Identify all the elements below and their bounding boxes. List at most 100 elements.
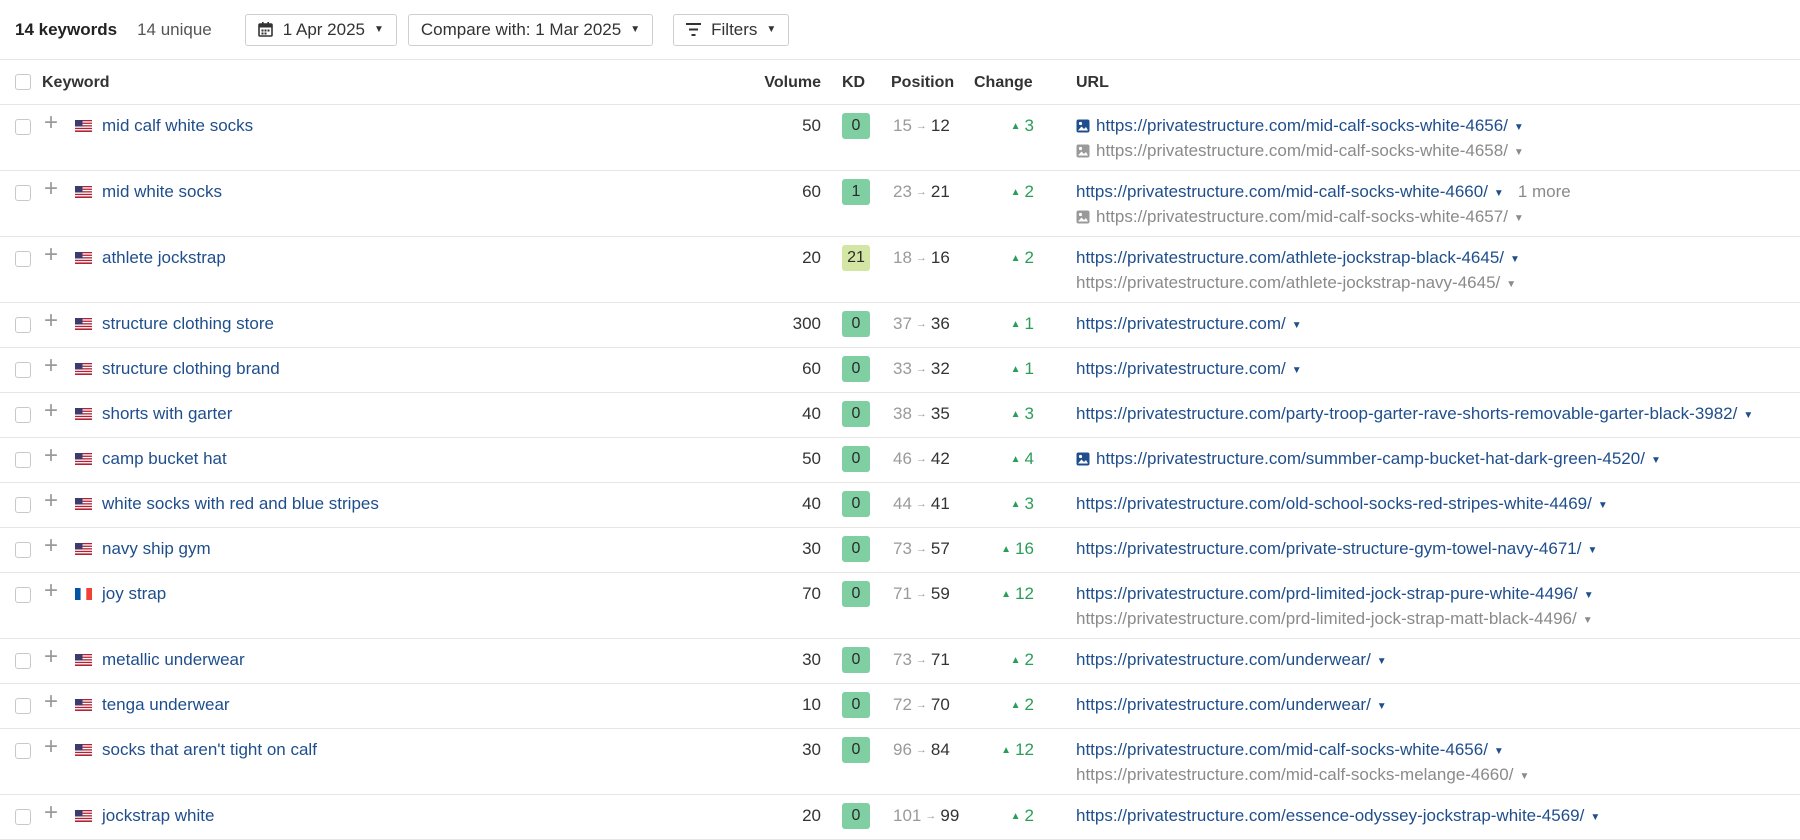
chevron-down-icon: ▼ — [1597, 500, 1608, 511]
compare-label: Compare with: 1 Mar 2025 — [420, 19, 622, 39]
ranking-url-secondary[interactable]: https://privatestructure.com/mid-calf-so… — [1076, 764, 1529, 789]
toolbar: 14 keywords 14 unique 1 Apr 2025 ▼ Compa… — [0, 0, 1800, 60]
row-checkbox[interactable] — [15, 743, 31, 759]
image-icon — [1076, 208, 1090, 230]
row-checkbox[interactable] — [15, 542, 31, 558]
column-header-position[interactable]: Position — [891, 74, 954, 92]
keyword-link[interactable]: structure clothing store — [102, 314, 274, 334]
keyword-link[interactable]: socks that aren't tight on calf — [102, 740, 317, 760]
ranking-url-primary[interactable]: https://privatestructure.com/private-str… — [1076, 538, 1597, 563]
position-change: ▲ 12 — [1001, 584, 1034, 603]
ranking-url-secondary[interactable]: https://privatestructure.com/prd-limited… — [1076, 608, 1594, 633]
kd-badge: 21 — [842, 245, 870, 271]
ranking-url-primary[interactable]: https://privatestructure.com/old-school-… — [1076, 493, 1608, 518]
table-row: + tenga underwear 10 0 72 → 70 ▲ 2 https://… — [0, 684, 1800, 729]
ranking-url-primary[interactable]: https://privatestructure.com/▼ — [1076, 358, 1302, 383]
keyword-link[interactable]: navy ship gym — [102, 539, 211, 559]
ranking-url-primary[interactable]: https://privatestructure.com/mid-calf-so… — [1076, 115, 1524, 140]
keyword-link[interactable]: shorts with garter — [102, 404, 232, 424]
add-keyword-icon[interactable]: + — [44, 801, 58, 825]
ranking-url-primary[interactable]: https://privatestructure.com/underwear/▼ — [1076, 694, 1387, 719]
ranking-url-secondary[interactable]: https://privatestructure.com/mid-calf-so… — [1076, 206, 1571, 231]
keyword-link[interactable]: structure clothing brand — [102, 359, 280, 379]
keyword-link[interactable]: mid white socks — [102, 182, 222, 202]
ranking-url-primary[interactable]: https://privatestructure.com/party-troop… — [1076, 403, 1753, 428]
ranking-url-secondary[interactable]: https://privatestructure.com/athlete-joc… — [1076, 272, 1520, 297]
add-keyword-icon[interactable]: + — [44, 354, 58, 378]
row-checkbox[interactable] — [15, 452, 31, 468]
volume-value: 10 — [802, 695, 821, 714]
row-checkbox[interactable] — [15, 497, 31, 513]
position-change: ▲ 3 — [1010, 404, 1034, 423]
volume-value: 30 — [802, 539, 821, 558]
add-keyword-icon[interactable]: + — [44, 309, 58, 333]
row-checkbox[interactable] — [15, 185, 31, 201]
ranking-url-secondary[interactable]: https://privatestructure.com/mid-calf-so… — [1076, 140, 1524, 165]
keyword-link[interactable]: metallic underwear — [102, 650, 245, 670]
row-checkbox[interactable] — [15, 653, 31, 669]
keyword-link[interactable]: tenga underwear — [102, 695, 230, 715]
add-keyword-icon[interactable]: + — [44, 444, 58, 468]
keyword-link[interactable]: joy strap — [102, 584, 166, 604]
keyword-link[interactable]: jockstrap white — [102, 806, 214, 826]
row-checkbox[interactable] — [15, 362, 31, 378]
filters-button[interactable]: Filters ▼ — [673, 13, 790, 46]
ranking-url-primary[interactable]: https://privatestructure.com/underwear/▼ — [1076, 649, 1387, 674]
ranking-url-primary[interactable]: https://privatestructure.com/▼ — [1076, 313, 1302, 338]
compare-date-button[interactable]: Compare with: 1 Mar 2025 ▼ — [407, 13, 654, 46]
keyword-link[interactable]: white socks with red and blue stripes — [102, 494, 379, 514]
ranking-url-primary[interactable]: https://privatestructure.com/mid-calf-so… — [1076, 181, 1571, 206]
row-checkbox[interactable] — [15, 251, 31, 267]
volume-value: 70 — [802, 584, 821, 603]
ranking-url-primary[interactable]: https://privatestructure.com/prd-limited… — [1076, 583, 1594, 608]
ranking-url-primary[interactable]: https://privatestructure.com/mid-calf-so… — [1076, 739, 1529, 764]
keyword-link[interactable]: mid calf white socks — [102, 116, 253, 136]
volume-value: 50 — [802, 116, 821, 135]
url-cell: https://privatestructure.com/underwear/▼ — [1076, 694, 1387, 719]
chevron-down-icon: ▼ — [1590, 812, 1601, 823]
row-checkbox[interactable] — [15, 119, 31, 135]
us-flag-icon — [75, 252, 92, 264]
add-keyword-icon[interactable]: + — [44, 690, 58, 714]
row-checkbox[interactable] — [15, 317, 31, 333]
ranking-url-primary[interactable]: https://privatestructure.com/summber-cam… — [1076, 448, 1661, 473]
date-label: 1 Apr 2025 — [282, 19, 365, 39]
triangle-up-icon: ▲ — [1010, 319, 1021, 330]
add-keyword-icon[interactable]: + — [44, 579, 58, 603]
column-header-change[interactable]: Change — [974, 74, 1033, 92]
select-all-checkbox[interactable] — [15, 74, 31, 90]
url-cell: https://privatestructure.com/prd-limited… — [1076, 583, 1594, 633]
add-keyword-icon[interactable]: + — [44, 111, 58, 135]
url-cell: https://privatestructure.com/party-troop… — [1076, 403, 1753, 428]
row-checkbox[interactable] — [15, 407, 31, 423]
column-header-url[interactable]: URL — [1076, 74, 1109, 92]
url-cell: https://privatestructure.com/mid-calf-so… — [1076, 115, 1524, 165]
row-checkbox[interactable] — [15, 698, 31, 714]
arrow-right-icon: → — [915, 363, 927, 375]
date-picker-button[interactable]: 1 Apr 2025 ▼ — [244, 13, 397, 46]
us-flag-icon — [75, 498, 92, 510]
row-checkbox[interactable] — [15, 587, 31, 603]
triangle-up-icon: ▲ — [1010, 187, 1021, 198]
image-icon — [1076, 450, 1090, 472]
add-keyword-icon[interactable]: + — [44, 645, 58, 669]
add-keyword-icon[interactable]: + — [44, 177, 58, 201]
keyword-link[interactable]: camp bucket hat — [102, 449, 227, 469]
column-header-keyword[interactable]: Keyword — [42, 74, 110, 92]
chevron-down-icon: ▼ — [1291, 320, 1302, 331]
add-keyword-icon[interactable]: + — [44, 399, 58, 423]
arrow-right-icon: → — [915, 699, 927, 711]
add-keyword-icon[interactable]: + — [44, 489, 58, 513]
url-cell: https://privatestructure.com/private-str… — [1076, 538, 1597, 563]
add-keyword-icon[interactable]: + — [44, 534, 58, 558]
add-keyword-icon[interactable]: + — [44, 243, 58, 267]
us-flag-icon — [75, 318, 92, 330]
ranking-url-primary[interactable]: https://privatestructure.com/athlete-joc… — [1076, 247, 1520, 272]
ranking-url-primary[interactable]: https://privatestructure.com/essence-ody… — [1076, 805, 1600, 830]
chevron-down-icon: ▼ — [1650, 455, 1661, 466]
row-checkbox[interactable] — [15, 809, 31, 825]
add-keyword-icon[interactable]: + — [44, 735, 58, 759]
column-header-volume[interactable]: Volume — [764, 74, 821, 92]
column-header-kd[interactable]: KD — [842, 74, 865, 92]
keyword-link[interactable]: athlete jockstrap — [102, 248, 226, 268]
